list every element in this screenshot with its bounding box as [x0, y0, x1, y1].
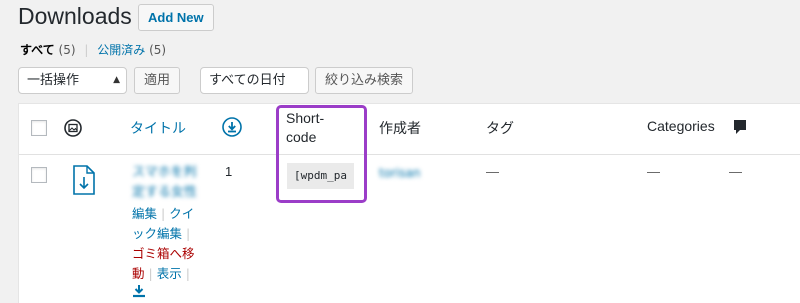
quick-edit-link-part1[interactable]: クイ	[169, 206, 194, 221]
filter-all-count: (5)	[58, 43, 76, 57]
file-download-icon[interactable]	[72, 164, 96, 200]
column-tags: タグ	[486, 120, 514, 136]
action-separator: |	[161, 206, 166, 221]
row-title-line1: スマホを判	[132, 165, 197, 180]
row-actions: 編集 | クイ ック編集 | ゴミ箱へ移 動 | 表示 |	[132, 204, 195, 303]
bulk-action-value: 一括操作	[27, 73, 80, 88]
action-separator: |	[186, 226, 191, 241]
quick-edit-link-part2[interactable]: ック編集	[132, 226, 182, 241]
column-title[interactable]: タイトル	[130, 118, 186, 138]
row-comments: —	[729, 164, 742, 179]
row-download-count: 1	[225, 164, 233, 179]
shortcode-highlight	[276, 105, 367, 203]
comment-icon	[733, 119, 747, 139]
date-filter-value: すべての日付	[209, 73, 286, 88]
view-link[interactable]: 表示	[157, 266, 182, 281]
filter-published[interactable]: 公開済み	[97, 43, 145, 57]
select-all-checkbox[interactable]	[31, 120, 47, 136]
status-filters: すべて (5) | 公開済み (5)	[20, 41, 166, 58]
column-categories: Categories	[647, 118, 715, 134]
downloads-table: タイトル Short- code 作成者 タグ Categories スマホを判…	[18, 103, 800, 303]
bulk-action-select[interactable]: 一括操作 ▲	[18, 67, 127, 94]
date-filter-select[interactable]: すべての日付	[200, 67, 309, 94]
trash-link-part2[interactable]: 動	[132, 266, 145, 281]
edit-link[interactable]: 編集	[132, 206, 157, 221]
row-categories: —	[647, 164, 660, 179]
image-icon	[64, 119, 82, 141]
filter-separator: |	[84, 43, 89, 57]
select-arrow-icon: ▲	[113, 75, 120, 85]
row-checkbox[interactable]	[31, 167, 47, 183]
row-title-line2: 定する女性	[132, 185, 198, 200]
action-separator: |	[185, 266, 190, 281]
add-new-button[interactable]: Add New	[138, 4, 214, 31]
filter-all[interactable]: すべて	[20, 43, 55, 57]
filter-published-count: (5)	[149, 43, 167, 57]
page-title: Downloads	[18, 3, 132, 29]
table-header: タイトル Short- code 作成者 タグ Categories	[19, 104, 800, 155]
filter-button[interactable]: 絞り込み検索	[315, 67, 414, 94]
download-action-icon[interactable]	[132, 285, 146, 301]
column-author: 作成者	[379, 120, 421, 136]
download-icon[interactable]	[222, 117, 242, 141]
trash-link-part1[interactable]: ゴミ箱へ移	[132, 246, 195, 261]
apply-button[interactable]: 適用	[134, 67, 181, 94]
row-title[interactable]: スマホを判 定する女性	[132, 163, 197, 203]
row-tags: —	[486, 164, 499, 179]
row-author[interactable]: torisan	[379, 166, 421, 180]
action-separator: |	[148, 266, 153, 281]
